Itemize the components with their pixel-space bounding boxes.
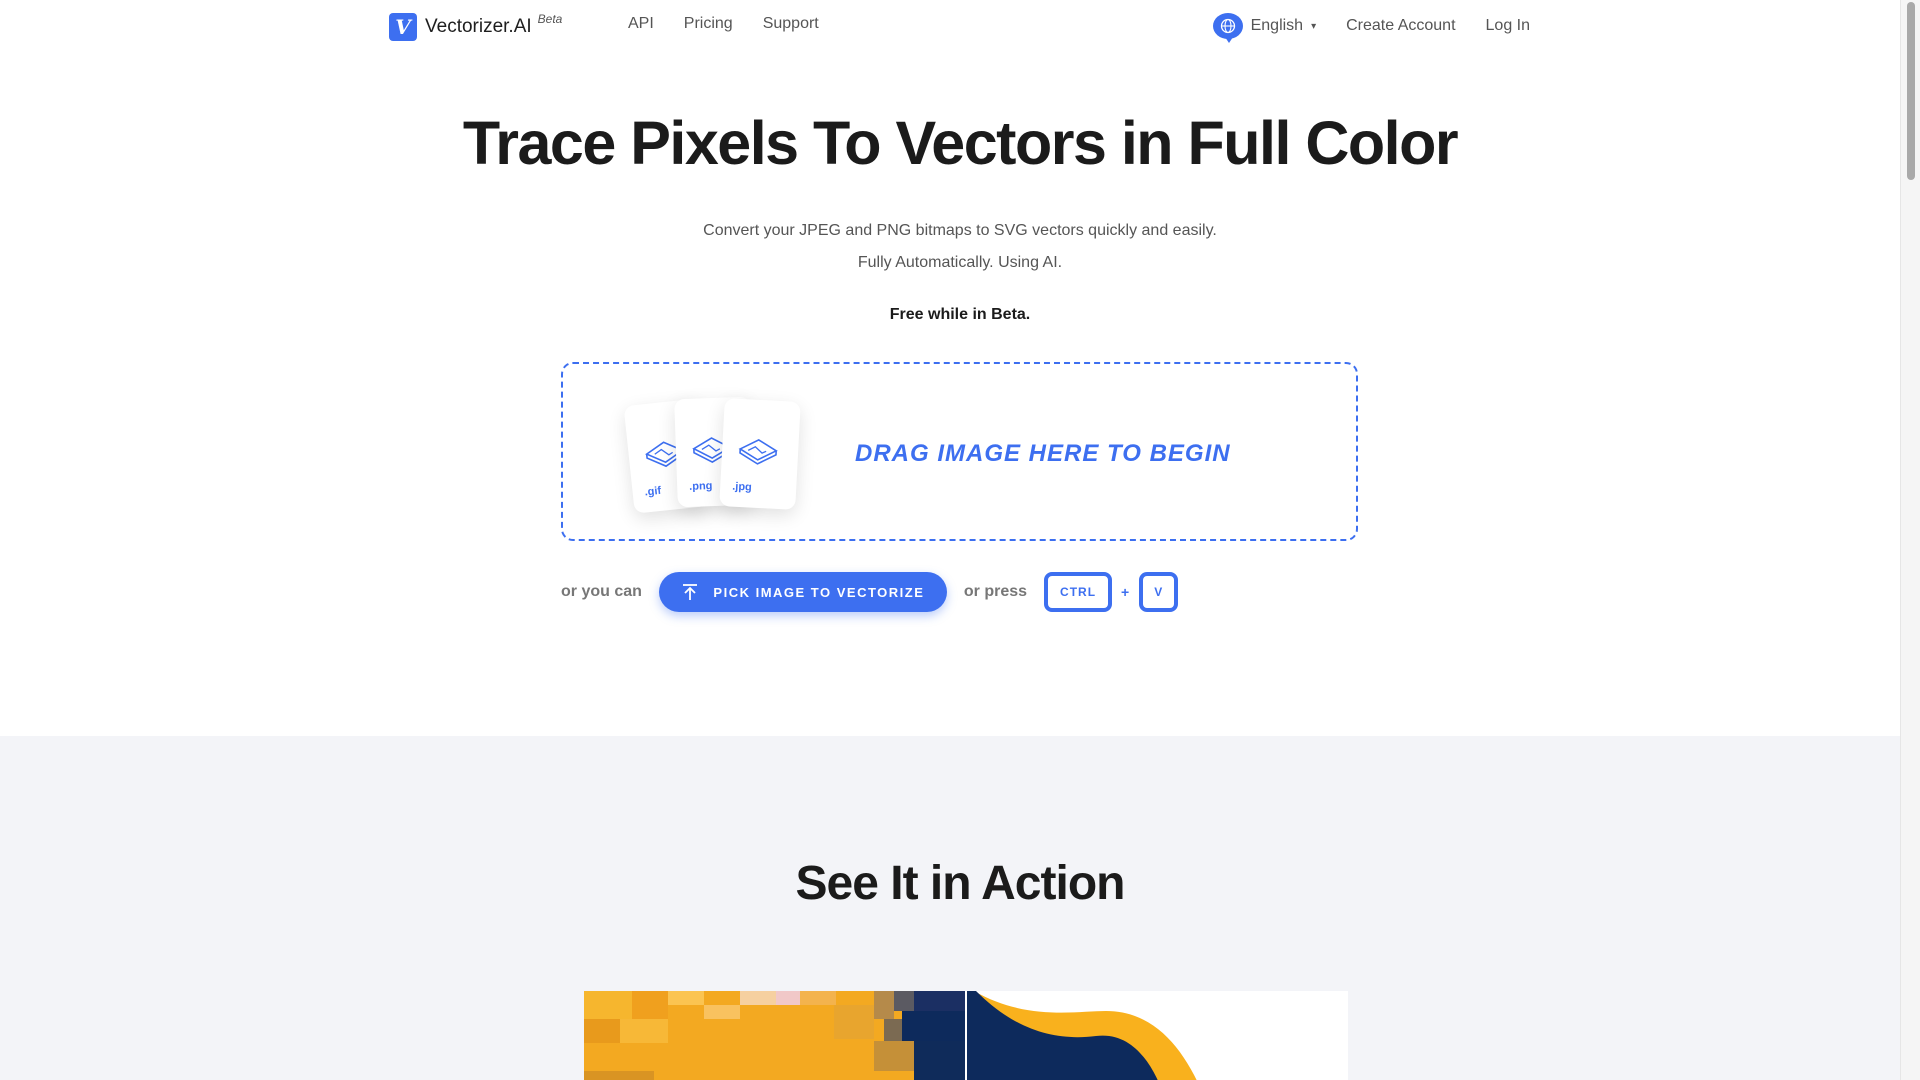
nav-link-support[interactable]: Support [763,15,819,33]
nav-link-api[interactable]: API [628,15,654,33]
beta-badge: Beta [537,12,563,26]
brand-logo-icon: V [389,13,417,41]
upload-actions: or you can PICK IMAGE TO VECTORIZE or pr… [561,572,1179,612]
upload-arrow-icon [683,584,698,600]
comparison-slider-handle[interactable] [965,991,967,1080]
pick-image-button[interactable]: PICK IMAGE TO VECTORIZE [658,572,947,612]
language-selector[interactable]: English ▾ [1212,13,1317,43]
page-scrollbar[interactable] [1900,0,1920,1080]
or-press-label: or press [963,583,1028,600]
or-you-can-label: or you can [561,583,642,600]
pixelated-before-image [584,991,966,1080]
vectorized-after-image [966,991,1348,1080]
nav-right: English ▾ Create Account Log In [1212,13,1530,43]
log-in-link[interactable]: Log In [1486,17,1530,35]
pick-image-button-label: PICK IMAGE TO VECTORIZE [713,584,925,600]
top-navigation: V Vectorizer.AI Beta API Pricing Support… [0,0,1900,52]
file-type-label: .jpg [731,480,753,494]
create-account-link[interactable]: Create Account [1346,17,1455,35]
file-type-label: .gif [644,484,662,499]
plus-sign: + [1121,584,1130,600]
hero-subtitle-line2: Fully Automatically. Using AI. [857,254,1063,271]
v-key: V [1139,572,1179,612]
nav-link-pricing[interactable]: Pricing [684,15,733,33]
ctrl-key: CTRL [1044,572,1113,612]
nav-links: API Pricing Support [628,15,819,33]
brand-logo-link[interactable]: V Vectorizer.AI Beta [389,12,563,41]
language-label: English [1250,17,1304,34]
drop-zone-prompt: DRAG IMAGE HERE TO BEGIN [855,440,1231,467]
see-it-in-action-section: See It in Action [0,736,1900,1080]
caret-down-icon: ▾ [1311,20,1317,32]
globe-icon [1212,13,1243,43]
scrollbar-thumb[interactable] [1907,2,1915,180]
image-file-icon [738,439,778,465]
hero-subtitle-line1: Convert your JPEG and PNG bitmaps to SVG… [703,222,1217,239]
jpg-file-card: .jpg [719,398,801,510]
file-type-label: .png [688,480,713,493]
brand-name: Vectorizer.AI [425,16,532,37]
beta-note: Free while in Beta. [889,306,1031,323]
before-after-comparison[interactable] [584,991,1348,1080]
hero-title: Trace Pixels To Vectors in Full Color [462,109,1459,177]
section-title: See It in Action [795,857,1126,910]
